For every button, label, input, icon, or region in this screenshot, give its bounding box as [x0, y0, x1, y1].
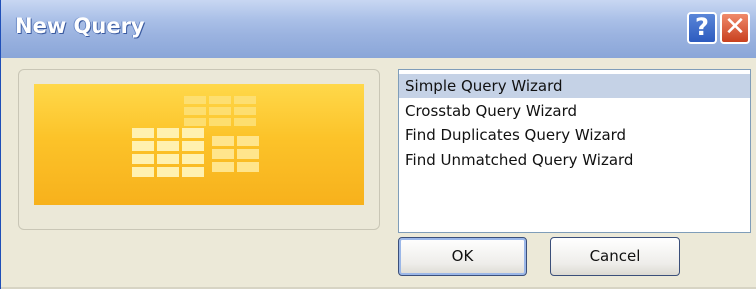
window-title: New Query	[15, 14, 145, 38]
cancel-button[interactable]: Cancel	[550, 237, 680, 276]
list-item[interactable]: Simple Query Wizard	[399, 74, 750, 98]
close-x-icon: ✕	[724, 12, 746, 42]
query-table-illustration	[132, 96, 259, 177]
ok-button[interactable]: OK	[398, 237, 527, 276]
help-button[interactable]: ?	[687, 12, 717, 44]
title-bar[interactable]: New Query ? ✕	[1, 0, 756, 58]
list-item[interactable]: Find Unmatched Query Wizard	[399, 148, 750, 172]
close-button[interactable]: ✕	[720, 12, 750, 44]
list-item[interactable]: Find Duplicates Query Wizard	[399, 123, 750, 147]
new-query-dialog: New Query ? ✕ Simple Query Wizard Crosst…	[0, 0, 756, 289]
query-preview-image	[34, 84, 364, 205]
list-item[interactable]: Crosstab Query Wizard	[399, 99, 750, 123]
preview-panel	[18, 69, 380, 230]
back-table-icon	[184, 96, 256, 126]
side-table-icon	[212, 136, 259, 172]
question-mark-icon: ?	[695, 13, 709, 41]
wizard-list[interactable]: Simple Query Wizard Crosstab Query Wizar…	[398, 69, 751, 233]
front-table-icon	[132, 128, 204, 177]
